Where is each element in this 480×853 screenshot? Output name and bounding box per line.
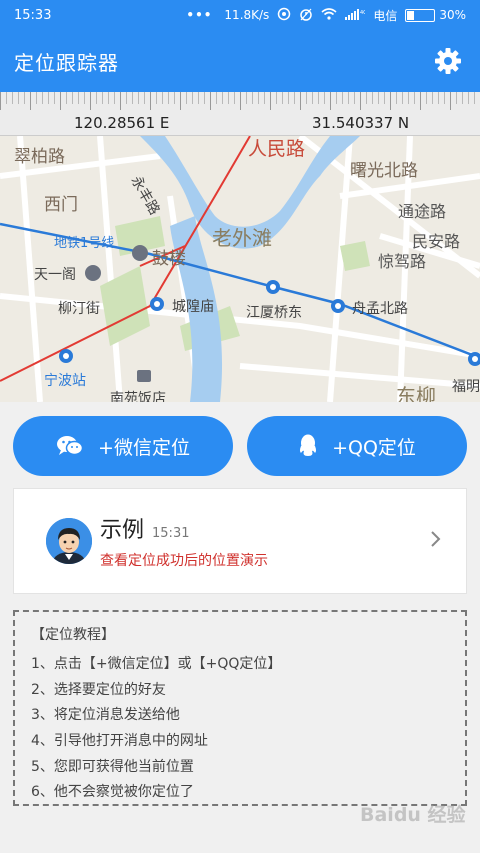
tutorial-box: 【定位教程】 1、点击【+微信定位】或【+QQ定位】 2、选择要定位的好友 3、… [13, 610, 467, 806]
tutorial-step: 5、您即可获得他当前位置 [31, 758, 194, 775]
map-label-laowaitan: 老外滩 [212, 226, 272, 250]
map-label-liutingjie: 柳汀街 [58, 301, 100, 317]
sample-card[interactable]: 示例 15:31 查看定位成功后的位置演示 [13, 488, 467, 594]
qq-icon [300, 434, 317, 456]
battery-percent: 30% [439, 8, 466, 22]
battery-icon [405, 8, 436, 22]
qq-locate-label: +QQ定位 [332, 436, 416, 459]
tutorial-step: 4、引导他打开消息中的网址 [31, 733, 208, 750]
tutorial-steps: 1、点击【+微信定位】或【+QQ定位】 2、选择要定位的好友 3、将定位消息发送… [31, 652, 449, 806]
chevron-right-icon [430, 530, 442, 552]
map-label-tianyige: 天一阁 [34, 267, 76, 283]
map-label-jiangxiaqiaodong: 江厦桥东 [246, 305, 302, 321]
hotspot-icon [277, 7, 291, 24]
network-speed: 11.8K/s [224, 8, 270, 22]
latitude-value: 31.540337 N [312, 114, 410, 132]
map-label-cuibailu: 翠柏路 [14, 147, 65, 167]
map-label-yumengbeilu: 舟孟北路 [352, 301, 408, 317]
status-bar: 15:33 ••• 11.8K/s 4G 电信 30% [0, 0, 480, 30]
tutorial-heading: 【定位教程】 [31, 627, 115, 643]
map-label-fuming: 福明 [452, 379, 480, 395]
svg-text:4G: 4G [360, 10, 365, 16]
coordinate-bar: 120.28561 E 31.540337 N [0, 92, 480, 136]
settings-button[interactable] [430, 43, 466, 79]
qq-locate-button[interactable]: +QQ定位 [247, 416, 467, 476]
map-label-gulou: 鼓楼 [152, 249, 186, 269]
watermark: Baidu 经验 [360, 804, 466, 826]
sample-info: 示例 15:31 查看定位成功后的位置演示 [100, 512, 268, 570]
app-title: 定位跟踪器 [14, 50, 119, 75]
signal-icon: 4G [345, 8, 367, 23]
app-bar: 定位跟踪器 [0, 30, 480, 92]
status-indicators: ••• 11.8K/s 4G 电信 30% [186, 7, 466, 24]
map-label-nanyuanfandian: 南苑饭店 [110, 391, 166, 402]
wechat-locate-button[interactable]: +微信定位 [13, 416, 233, 476]
map-label-jingaolu: 惊驾路 [378, 252, 427, 271]
sample-time: 15:31 [152, 526, 190, 541]
ruler-major-ticks [0, 92, 480, 110]
map-label-tongtulu: 通途路 [398, 202, 447, 221]
tutorial-step: 3、将定位消息发送给他 [31, 707, 180, 724]
locate-actions: +微信定位 +QQ定位 [13, 416, 467, 476]
map-label-chenghuangmiao: 城隍庙 [172, 299, 214, 315]
alarm-icon [299, 7, 313, 24]
tutorial-step: 2、选择要定位的好友 [31, 681, 166, 698]
map-label-dongliu: 东柳 [396, 384, 436, 402]
sample-title: 示例 [100, 518, 145, 543]
sample-subtitle: 查看定位成功后的位置演示 [100, 553, 268, 569]
notification-dots: ••• [186, 8, 213, 22]
tutorial-step: 1、点击【+微信定位】或【+QQ定位】 [31, 656, 282, 672]
battery-indicator: 30% [405, 8, 466, 22]
map-label-renminlu: 人民路 [248, 138, 306, 160]
map-view[interactable]: 人民路 翠柏路 西门 曙光北路 通途路 民安路 惊驾路 老外滩 地铁1号线 鼓楼… [0, 136, 480, 402]
avatar [46, 518, 92, 564]
wifi-icon [321, 7, 337, 23]
map-label-shuguangbeilu: 曙光北路 [350, 161, 418, 181]
sample-title-row: 示例 15:31 [100, 512, 268, 544]
longitude-value: 120.28561 E [74, 114, 170, 132]
wechat-locate-label: +微信定位 [98, 436, 190, 459]
wechat-icon [57, 436, 84, 456]
map-label-ningbozhan: 宁波站 [44, 373, 86, 389]
status-time: 15:33 [14, 7, 52, 23]
carrier-name: 电信 [373, 8, 398, 23]
gear-icon [435, 48, 461, 74]
map-label-ximen: 西门 [44, 195, 78, 215]
map-label-metro1: 地铁1号线 [54, 236, 115, 251]
